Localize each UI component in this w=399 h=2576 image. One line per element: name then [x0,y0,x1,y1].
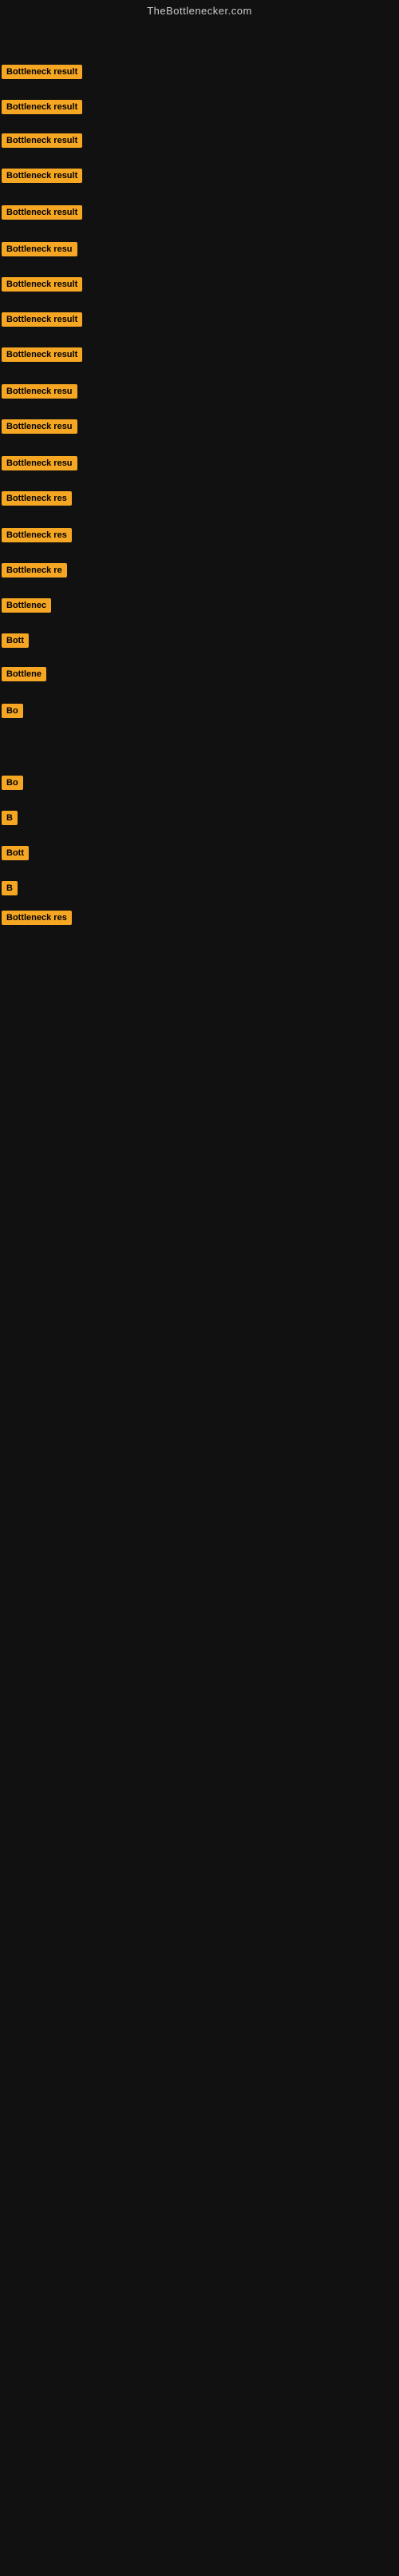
bottleneck-badge: Bo [2,776,23,790]
bottleneck-badge: Bottleneck res [2,528,72,542]
bottleneck-badge: Bo [2,704,23,718]
bottleneck-badge: Bottlenec [2,598,51,613]
bottleneck-badge: Bottlene [2,667,46,681]
bottleneck-badge: Bottleneck result [2,277,82,292]
bottleneck-badge: Bottleneck result [2,133,82,148]
bottleneck-badge: Bott [2,633,29,648]
bottleneck-badge: B [2,881,18,895]
bottleneck-badge: Bottleneck result [2,169,82,183]
bottleneck-badge: Bottleneck resu [2,384,77,399]
site-title: TheBottlenecker.com [0,0,399,20]
bottleneck-badge: Bottleneck res [2,911,72,925]
bottleneck-badge: Bott [2,846,29,860]
bottleneck-badge: Bottleneck result [2,312,82,327]
bottleneck-badge: Bottleneck resu [2,456,77,470]
bottleneck-badge: Bottleneck re [2,563,67,578]
bottleneck-badge: Bottleneck result [2,65,82,79]
bottleneck-badge: Bottleneck result [2,205,82,220]
bottleneck-badge: Bottleneck res [2,491,72,506]
bottleneck-badge: Bottleneck result [2,347,82,362]
bottleneck-badge: Bottleneck result [2,100,82,114]
badges-container: Bottleneck result Bottleneck result Bottle… [0,20,399,2576]
bottleneck-badge: Bottleneck resu [2,242,77,256]
bottleneck-badge: B [2,811,18,825]
bottleneck-badge: Bottleneck resu [2,419,77,434]
